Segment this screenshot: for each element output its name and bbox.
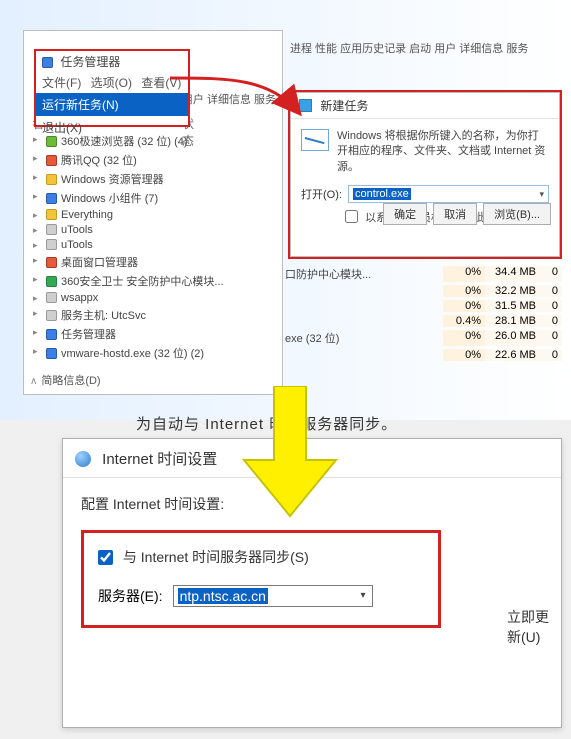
update-now-button[interactable]: 立即更新(U) (507, 607, 561, 647)
list-item[interactable]: ▸uTools (30, 222, 276, 237)
browse-button[interactable]: 浏览(B)... (483, 203, 551, 225)
app-icon (46, 257, 57, 268)
globe-icon (75, 451, 91, 467)
table-row[interactable]: 0.4%28.1 MB0 (285, 313, 562, 328)
table-row[interactable]: 0%22.6 MB0 (285, 347, 562, 362)
list-item[interactable]: ▸任务管理器 (30, 324, 276, 343)
fewer-details-toggle[interactable]: 简略信息(D) (30, 372, 101, 388)
chevron-down-icon[interactable]: ▾ (539, 189, 544, 200)
window-title: 任务管理器 (60, 55, 120, 69)
app-icon (46, 193, 57, 204)
ok-button[interactable]: 确定 (383, 203, 427, 225)
open-label: 打开(O): (301, 186, 342, 202)
dialog-title: 新建任务 (320, 99, 368, 113)
list-item[interactable]: ▸360极速浏览器 (32 位) (30, 362, 276, 366)
list-item[interactable]: ▸服务主机: UtcSvc (30, 305, 276, 324)
menu-exit[interactable]: 退出(X) (36, 116, 188, 139)
list-item[interactable]: ▸桌面窗口管理器 (30, 252, 276, 271)
app-icon (46, 329, 57, 340)
app-icon (46, 239, 57, 250)
app-icon (46, 224, 57, 235)
list-item[interactable]: ▸360安全卫士 安全防护中心模块... (30, 271, 276, 290)
menu-run-new-task[interactable]: 运行新任务(N) (36, 93, 188, 116)
dialog-icon (299, 99, 312, 112)
dialog-title-bar: 新建任务 (291, 93, 559, 119)
run-icon (301, 129, 329, 151)
table-row[interactable]: 0%32.2 MB0 (285, 283, 562, 298)
list-item[interactable]: ▸uTools (30, 237, 276, 252)
process-list: ▸360极速浏览器 (32 位) (4) ▸腾讯QQ (32 位) ▸Windo… (30, 131, 276, 366)
list-item[interactable]: ▸腾讯QQ (32 位) (30, 150, 276, 169)
window-icon (42, 57, 53, 68)
server-value: ntp.ntsc.ac.cn (178, 588, 268, 604)
app-icon (46, 348, 57, 359)
server-combobox[interactable]: ntp.ntsc.ac.cn ▾ (173, 585, 373, 607)
chevron-down-icon[interactable]: ▾ (361, 590, 366, 601)
dialog-description: Windows 将根据你所键入的名称，为你打开相应的程序、文件夹、文档或 Int… (337, 129, 549, 175)
cancel-button[interactable]: 取消 (433, 203, 477, 225)
top-composite: 任务管理器 文件(F) 选项(O) 查看(V) 运行新任务(N) 退出(X) 动… (0, 0, 571, 420)
app-icon (46, 310, 57, 321)
list-item[interactable]: ▸Windows 小组件 (7) (30, 188, 276, 207)
open-value: control.exe (353, 188, 411, 200)
task-manager-window: 任务管理器 文件(F) 选项(O) 查看(V) 运行新任务(N) 退出(X) 动… (23, 30, 283, 395)
menu-view[interactable]: 查看(V) (141, 76, 181, 90)
app-icon (46, 209, 57, 220)
admin-checkbox[interactable] (345, 210, 358, 223)
list-item[interactable]: ▸Windows 资源管理器 (30, 169, 276, 188)
its-title: Internet 时间设置 (102, 451, 217, 468)
list-item[interactable]: ▸wsappx (30, 290, 276, 305)
right-tabs[interactable]: 进程 性能 应用历史记录 启动 用户 详细信息 服务 (290, 40, 528, 56)
annotation-red-box: 与 Internet 时间服务器同步(S) 服务器(E): ntp.ntsc.a… (81, 530, 441, 628)
app-icon (46, 155, 57, 166)
menu-options[interactable]: 选项(O) (91, 76, 132, 90)
yellow-arrow-annotation (234, 386, 346, 520)
list-item[interactable]: ▸Everything (30, 207, 276, 222)
sync-label: 与 Internet 时间服务器同步(S) (123, 549, 309, 565)
server-label: 服务器(E): (98, 586, 163, 606)
process-table-right: 口防护中心模块...0%34.4 MB0 0%32.2 MB0 0%31.5 M… (285, 264, 562, 362)
app-icon (46, 276, 57, 287)
new-task-dialog: 新建任务 Windows 将根据你所键入的名称，为你打开相应的程序、文件夹、文档… (290, 92, 560, 257)
file-menu-open: 任务管理器 文件(F) 选项(O) 查看(V) 运行新任务(N) 退出(X) (34, 49, 190, 127)
open-input[interactable]: control.exe ▾ (348, 185, 549, 203)
table-row[interactable]: exe (32 位)0%26.0 MB0 (285, 328, 562, 347)
app-icon (46, 174, 57, 185)
menu-file[interactable]: 文件(F) (42, 76, 81, 90)
app-icon (46, 292, 57, 303)
table-row[interactable]: 口防护中心模块...0%34.4 MB0 (285, 264, 562, 283)
sync-checkbox[interactable] (98, 550, 113, 565)
table-row[interactable]: 0%31.5 MB0 (285, 298, 562, 313)
list-item[interactable]: ▸vmware-hostd.exe (32 位) (2) (30, 343, 276, 362)
